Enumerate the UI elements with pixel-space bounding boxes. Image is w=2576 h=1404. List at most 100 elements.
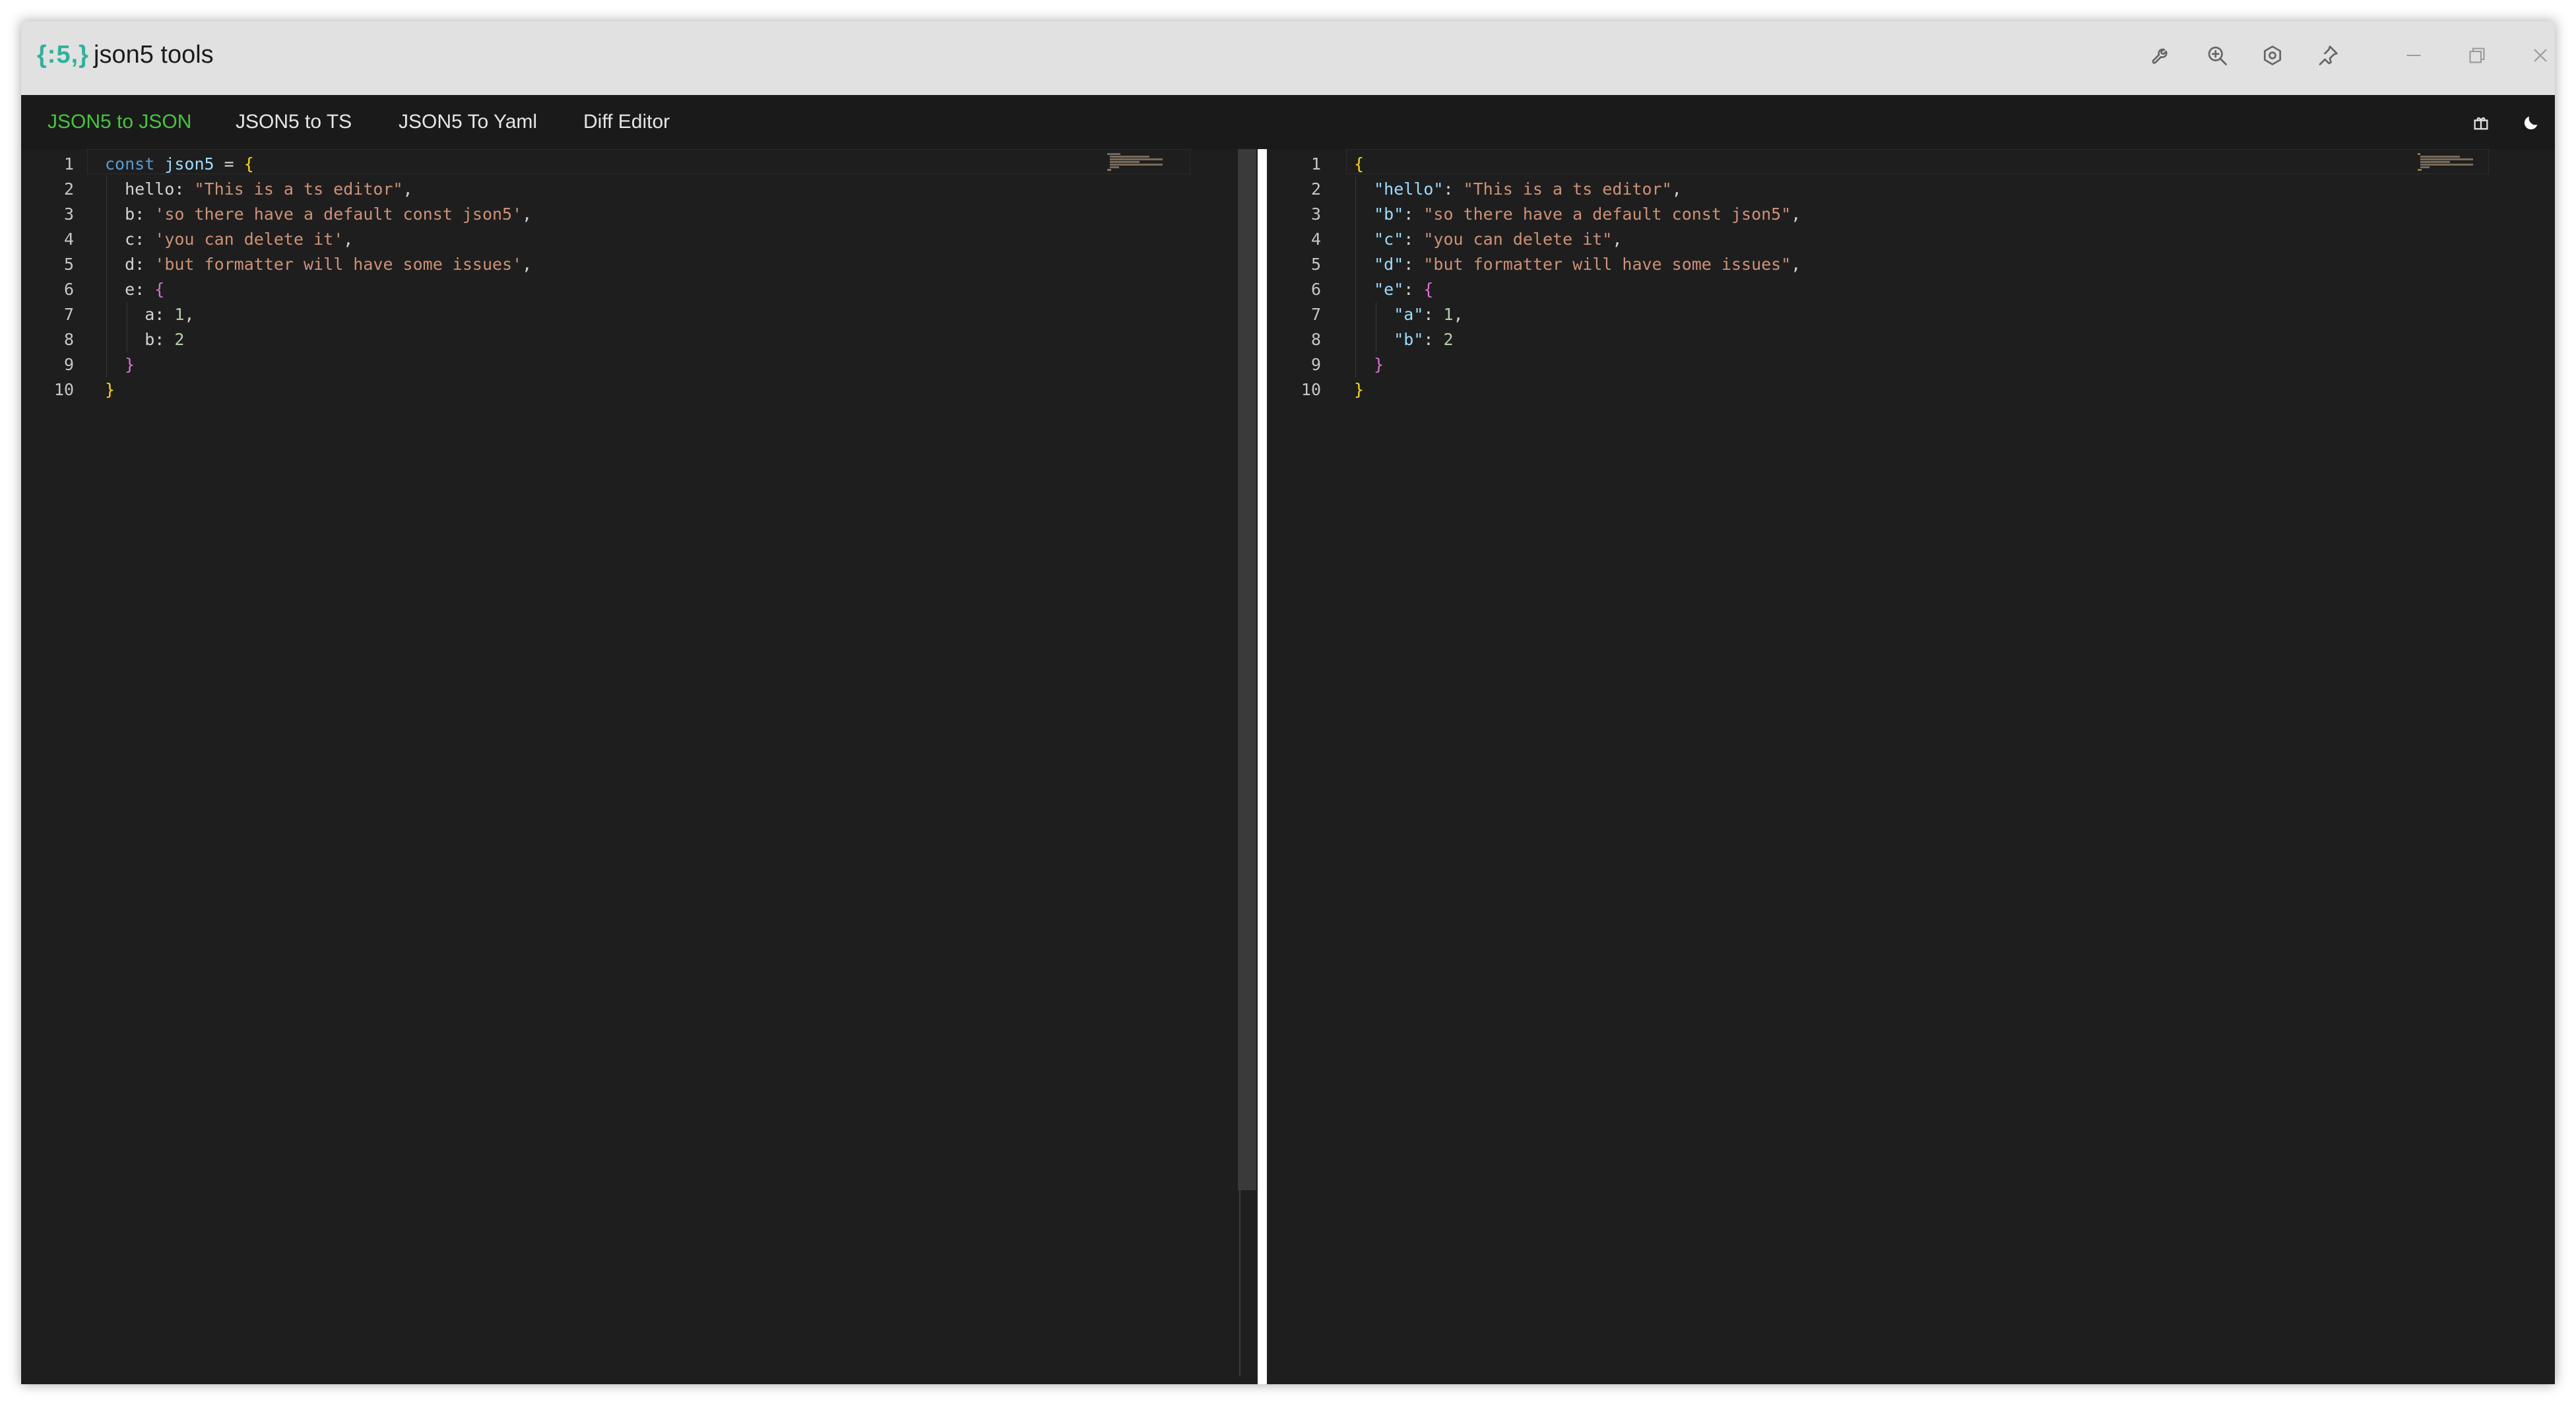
indent-guide	[106, 177, 107, 377]
code-token: 'but formatter will have some issues'	[154, 255, 523, 274]
zoom-in-icon[interactable]	[2199, 37, 2236, 74]
code-token: ,	[402, 179, 413, 199]
code-token: "but formatter will have some issues"	[1423, 255, 1791, 274]
minimize-icon[interactable]	[2395, 37, 2432, 74]
code-line[interactable]: "d": "but formatter will have some issue…	[1354, 252, 1801, 277]
code-token: :	[1403, 255, 1424, 274]
code-token: 'so there have a default const json5'	[154, 205, 523, 224]
app-logo: {:5,}	[37, 41, 89, 69]
code-line[interactable]: {	[1354, 152, 1364, 177]
restore-icon[interactable]	[2459, 37, 2496, 74]
code-token: ,	[1453, 305, 1464, 324]
line-number: 10	[1301, 380, 1321, 399]
code-token: d:	[105, 255, 155, 274]
input-editor[interactable]: 1 2 3 4 5 6 7 8 9 10 const json5 = { hello: "This …	[21, 149, 1240, 1384]
code-token: :	[1423, 330, 1444, 349]
line-number: 9	[63, 355, 74, 374]
line-number: 8	[63, 330, 74, 349]
code-token: {	[243, 154, 254, 174]
code-token: {	[1423, 280, 1434, 299]
code-line[interactable]: }	[105, 352, 135, 377]
code-token: "e"	[1374, 280, 1404, 299]
gift-icon[interactable]	[2466, 108, 2496, 137]
line-number: 5	[63, 255, 74, 274]
code-token: :	[1443, 179, 1464, 199]
tabs-bar: JSON5 to JSON JSON5 to TS JSON5 To Yaml …	[21, 95, 2555, 149]
line-number: 1	[63, 154, 74, 174]
output-editor[interactable]: 1 2 3 4 5 6 7 8 9 10 { "hello": "This is a ts edit…	[1267, 149, 2555, 1384]
code-line[interactable]: e: {	[105, 277, 164, 302]
code-line[interactable]: "a": 1,	[1354, 302, 1464, 327]
code-token: {	[1354, 154, 1365, 174]
code-token: ,	[522, 255, 532, 274]
code-line[interactable]: hello: "This is a ts editor",	[105, 177, 413, 202]
wrench-icon[interactable]	[2143, 37, 2180, 74]
code-token: hello:	[105, 179, 195, 199]
line-number: 4	[1310, 230, 1321, 249]
tab-json5-to-json[interactable]: JSON5 to JSON	[48, 95, 191, 149]
line-number: 6	[1310, 280, 1321, 299]
code-token: "c"	[1374, 230, 1404, 249]
tab-diff-editor[interactable]: Diff Editor	[583, 95, 670, 149]
minimap[interactable]	[1107, 152, 1167, 172]
code-line[interactable]: "e": {	[1354, 277, 1433, 302]
code-token: b:	[105, 205, 155, 224]
code-line[interactable]: b: 'so there have a default const json5'…	[105, 202, 532, 227]
line-number: 1	[1310, 154, 1321, 174]
code-token: }	[1354, 380, 1365, 399]
line-number: 9	[1310, 355, 1321, 374]
code-token: ,	[1671, 179, 1682, 199]
code-token: }	[1374, 355, 1384, 374]
close-icon[interactable]	[2522, 37, 2555, 74]
code-line[interactable]: d: 'but formatter will have some issues'…	[105, 252, 532, 277]
code-token: c:	[105, 230, 155, 249]
line-number: 3	[63, 205, 74, 224]
code-line[interactable]: }	[1354, 377, 1364, 402]
code-line[interactable]: "c": "you can delete it",	[1354, 227, 1622, 252]
code-token: const	[105, 154, 155, 174]
code-token: :	[1423, 305, 1444, 324]
line-number: 8	[1310, 330, 1321, 349]
code-token: a:	[105, 305, 175, 324]
code-line[interactable]: }	[105, 377, 115, 402]
code-line[interactable]: b: 2	[105, 327, 184, 352]
code-line[interactable]: "b": 2	[1354, 327, 1453, 352]
code-line[interactable]: "b": "so there have a default const json…	[1354, 202, 1801, 227]
moon-icon[interactable]	[2517, 108, 2546, 137]
code-token: ,	[184, 305, 195, 324]
code-token: }	[125, 355, 135, 374]
tab-json5-to-yaml[interactable]: JSON5 To Yaml	[399, 95, 537, 149]
tab-json5-to-ts[interactable]: JSON5 to TS	[236, 95, 352, 149]
settings-icon[interactable]	[2254, 37, 2291, 74]
pin-icon[interactable]	[2309, 37, 2346, 74]
code-token: "you can delete it"	[1423, 230, 1613, 249]
code-line[interactable]: "hello": "This is a ts editor",	[1354, 177, 1682, 202]
code-token: "b"	[1374, 205, 1404, 224]
line-number: 6	[63, 280, 74, 299]
left-scrollbar-thumb[interactable]	[1238, 149, 1256, 1190]
code-line[interactable]: a: 1,	[105, 302, 194, 327]
line-number: 10	[53, 380, 74, 399]
app-title: json5 tools	[94, 41, 214, 69]
code-line[interactable]: c: 'you can delete it',	[105, 227, 353, 252]
code-line[interactable]: }	[1354, 352, 1384, 377]
title-bar[interactable]: {:5,} json5 tools	[21, 21, 2555, 96]
indent-guide	[1355, 177, 1356, 377]
line-number: 7	[1310, 305, 1321, 324]
code-token: =	[214, 154, 244, 174]
app-window: {:5,} json5 tools JSON5 to JSON JSON5 to…	[21, 21, 2555, 1384]
minimap[interactable]	[2418, 152, 2477, 172]
pane-splitter[interactable]	[1238, 149, 1267, 1384]
code-token: ,	[1791, 205, 1801, 224]
code-line[interactable]: const json5 = {	[105, 152, 254, 177]
code-token: "This is a ts editor"	[194, 179, 403, 199]
line-number: 5	[1310, 255, 1321, 274]
code-token: "b"	[1394, 330, 1424, 349]
